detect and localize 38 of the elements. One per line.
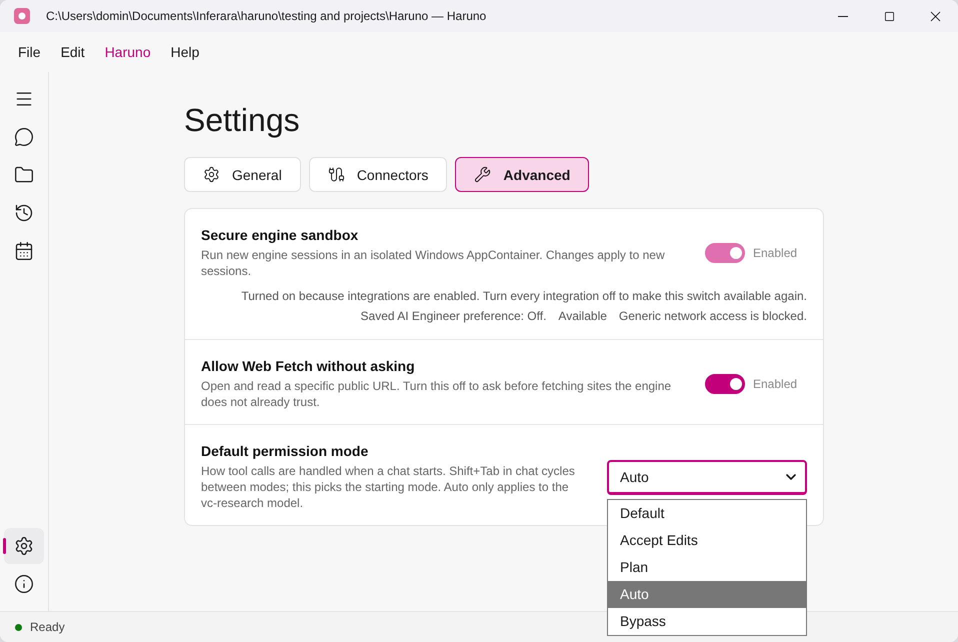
setting-description: Run new engine sessions in an isolated Windows AppContainer. Changes apply to new sessions.	[201, 247, 666, 279]
toggle-switch[interactable]	[705, 374, 745, 394]
calendar-icon	[14, 241, 34, 261]
status-text: Available	[558, 309, 607, 323]
settings-tab[interactable]: Connectors	[308, 157, 448, 192]
setting-description: How tool calls are handled when a chat starts. Shift+Tab in chat cycles between modes; this picks the starting mode. Auto only applies to the vc-research model.	[201, 463, 576, 511]
info-icon	[14, 574, 34, 594]
menu-item[interactable]: Help	[162, 40, 208, 64]
settings-tab[interactable]: Advanced	[455, 157, 590, 192]
settings-tab[interactable]: General	[184, 157, 301, 192]
maximize-icon	[884, 10, 894, 22]
app-icon	[14, 8, 30, 24]
page-title: Settings	[184, 102, 301, 139]
setting-title: Default permission mode	[201, 443, 370, 459]
menu-item[interactable]: Haruno	[96, 40, 159, 64]
settings-icon	[14, 536, 34, 556]
sidebar-button[interactable]	[4, 528, 44, 564]
setting-description: Open and read a specific public URL. Turn this off to ask before fetching sites the engine does not already trust.	[201, 378, 672, 410]
toggle-state-label: Enabled	[753, 377, 798, 391]
wrench-icon	[474, 166, 492, 183]
history-icon	[14, 203, 34, 223]
status-text: Ready	[30, 620, 65, 634]
status-text: Generic network access is blocked.	[618, 309, 807, 323]
plug-icon	[328, 166, 345, 183]
status-text: Saved AI Engineer preference: Off.	[360, 309, 546, 323]
setting-title: Allow Web Fetch without asking	[201, 358, 416, 374]
setting-note: Turned on because integrations are enabled. Turn every integration off to make this switch available again.	[240, 289, 807, 303]
folder-icon	[14, 165, 34, 185]
menu-item[interactable]: Edit	[52, 40, 93, 64]
chat-icon	[14, 127, 34, 147]
toggle-state-label: Enabled	[753, 246, 798, 260]
menu-item[interactable]: File	[10, 40, 49, 64]
setting-title: Secure engine sandbox	[201, 227, 360, 243]
permission-mode-select[interactable]: Auto	[607, 460, 807, 494]
gear-icon	[203, 166, 220, 183]
dropdown-option[interactable]: Auto	[608, 580, 806, 608]
window-title: C:\Users\domin\Documents\Inferara\haruno\testing and projects\Haruno — Haruno	[46, 9, 488, 23]
selection-indicator	[3, 538, 6, 554]
